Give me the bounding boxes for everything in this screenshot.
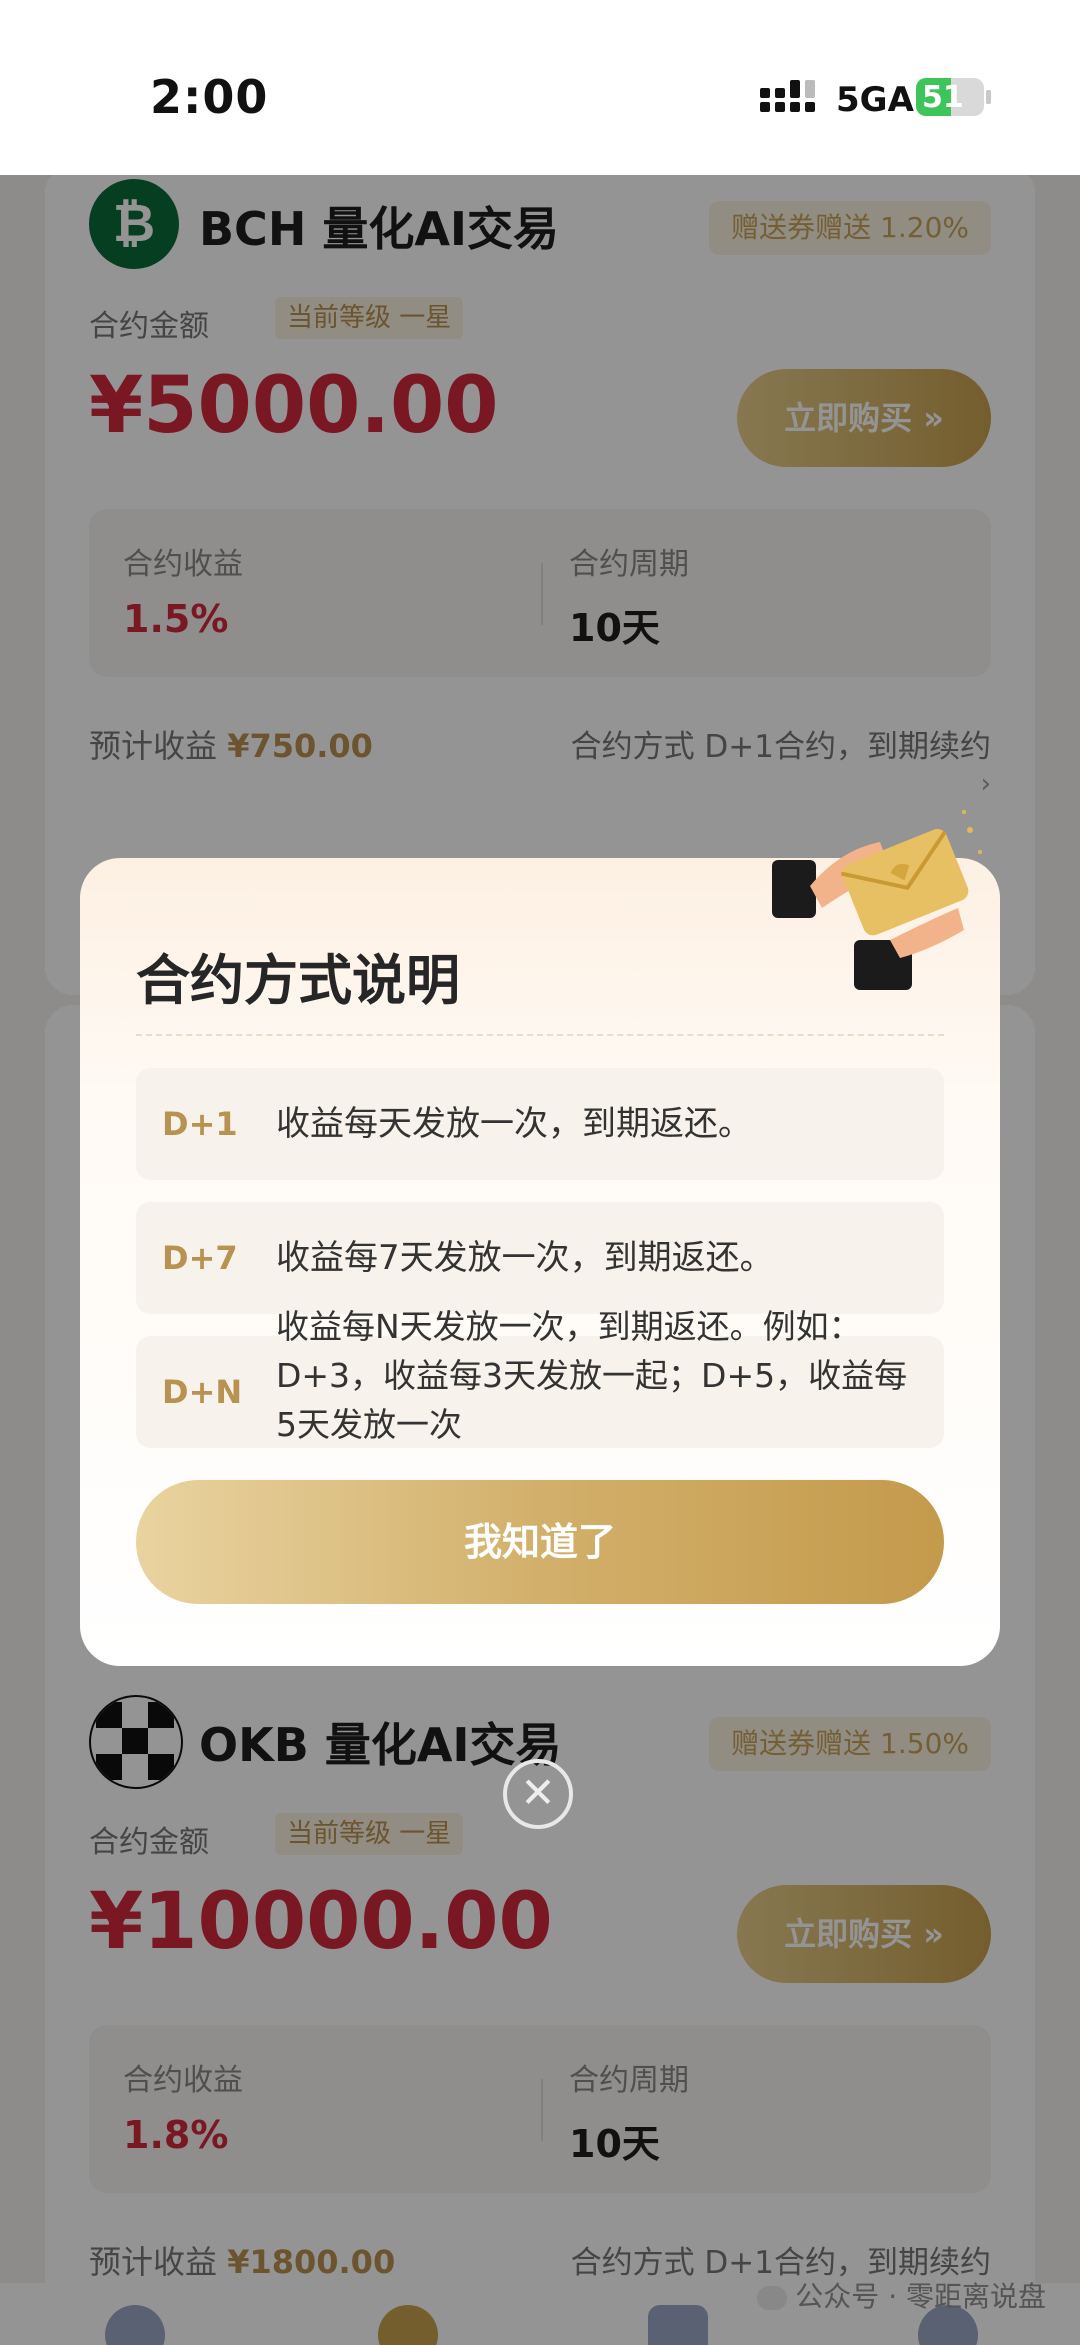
contract-method-dialog: 合约方式说明 D+1 收益每天发放一次，到期返还。 D+7 收益每7天发放一次，… [80,810,1000,1666]
rule-row-dn: D+N 收益每N天发放一次，到期返还。例如：D+3，收益每3天发放一起；D+5，… [136,1307,944,1448]
rule-description: 收益每天发放一次，到期返还。 [276,1104,752,1144]
watermark-text: 公众号 · 零距离说盘 [795,2280,1046,2313]
close-dialog-button[interactable]: ✕ [503,1759,573,1829]
watermark: 公众号 · 零距离说盘 [757,2275,1046,2315]
rule-description: 收益每7天发放一次，到期返还。 [276,1238,774,1278]
status-time: 2:00 [150,70,269,124]
dialog-title: 合约方式说明 [136,949,460,1012]
battery-icon: 51 [916,78,992,118]
rule-row-d1: D+1 收益每天发放一次，到期返还。 [136,1068,944,1180]
rule-description: 收益每N天发放一次，到期返还。例如：D+3，收益每3天发放一起；D+5，收益每5… [276,1307,908,1444]
rule-code: D+7 [162,1239,238,1277]
status-bar: 2:00 5GA 51 [0,0,1080,175]
rule-code: D+N [162,1373,243,1411]
wechat-icon [757,2286,788,2310]
network-type: 5GA [836,80,914,120]
envelope-illustration [772,810,982,990]
close-icon: ✕ [520,1768,556,1817]
rule-code: D+1 [162,1105,238,1143]
battery-percent: 51 [922,80,964,115]
rule-row-d7: D+7 收益每7天发放一次，到期返还。 [136,1202,944,1314]
app-screen: 2:00 5GA 51 ₿ BCH 量化AI交易 赠送券赠送 1.20% 合约金… [0,0,1080,2345]
signal-icon [760,80,815,112]
dialog-divider [136,1034,944,1036]
got-it-button[interactable]: 我知道了 [136,1480,944,1604]
